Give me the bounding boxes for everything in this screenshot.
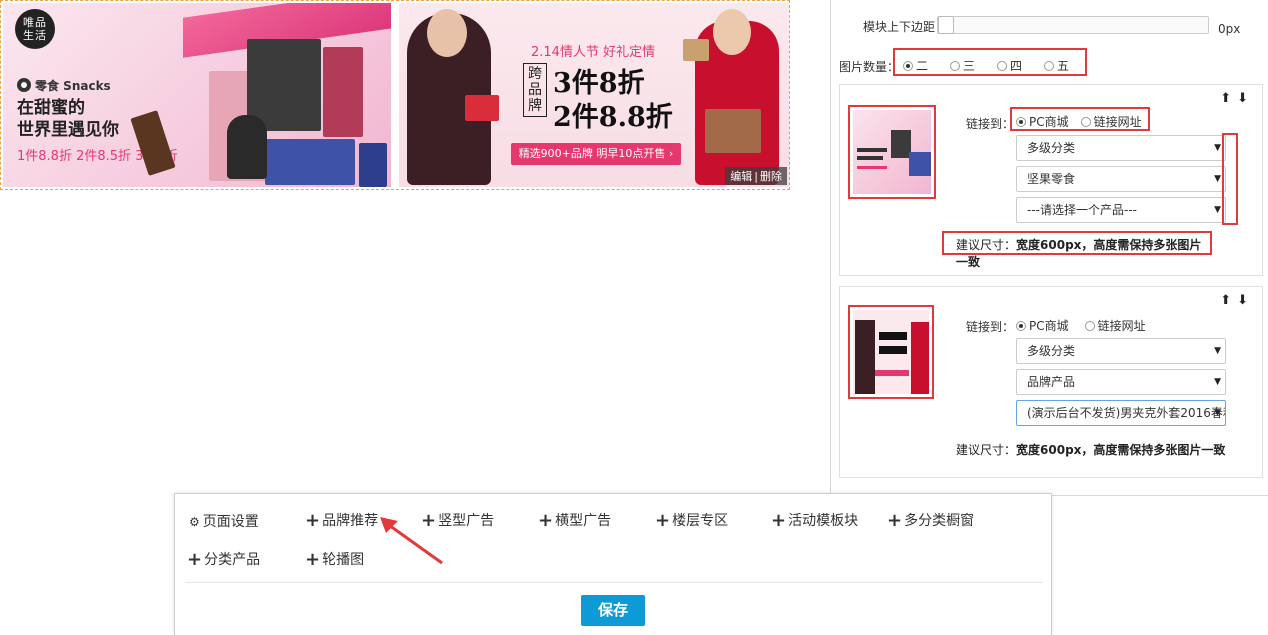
slider-thumb[interactable]	[938, 16, 954, 34]
radio-icon	[997, 61, 1008, 71]
link-option-pc-mall[interactable]: PC商城	[1016, 113, 1069, 130]
module-toolbar: ⚙ 页面设置 + 品牌推荐 + 竖型广告 + 横型广告 + 楼层专区 + 活动模板块 + 多分…	[174, 493, 1052, 635]
add-multi-category-window-button[interactable]: + 多分类橱窗	[887, 510, 974, 531]
man-face	[427, 9, 467, 57]
product-box-image	[265, 139, 355, 185]
count-option-4[interactable]: 四	[997, 57, 1022, 74]
figurine-image	[227, 115, 267, 179]
gear-icon: ⚙	[189, 515, 200, 529]
delete-link[interactable]: 删除	[760, 170, 782, 183]
save-button[interactable]: 保存	[581, 595, 645, 626]
radio-icon	[1044, 61, 1055, 71]
plus-icon: +	[655, 510, 671, 531]
chevron-down-icon: ▼	[1214, 346, 1221, 356]
radio-icon	[1080, 117, 1091, 127]
page-settings-button[interactable]: ⚙ 页面设置	[189, 511, 259, 531]
banner-edit-bar: 编辑 | 删除	[725, 167, 787, 185]
chevron-down-icon: ▼	[1214, 377, 1221, 387]
product-select[interactable]: (演示后台不发货)男夹克外套2016春秋 ▼	[1016, 400, 1226, 426]
margin-value: 0px	[1218, 22, 1241, 36]
image-thumbnail[interactable]	[848, 105, 936, 199]
plus-icon: +	[187, 549, 203, 570]
toolbar-divider	[185, 582, 1043, 583]
gift-box-image	[465, 95, 499, 121]
count-option-3[interactable]: 三	[950, 57, 975, 74]
link-type-options: PC商城 链接网址	[1010, 317, 1146, 334]
add-carousel-button[interactable]: + 轮播图	[305, 549, 364, 570]
category-select[interactable]: 多级分类 ▼	[1016, 135, 1226, 161]
move-up-icon[interactable]: ⬆	[1220, 91, 1237, 106]
plus-icon: +	[771, 510, 787, 531]
location-pin-icon	[17, 78, 31, 92]
link-label: 链接到：	[966, 117, 1015, 131]
link-option-pc-mall[interactable]: PC商城	[1016, 317, 1069, 334]
chevron-down-icon: ▼	[1214, 205, 1221, 215]
plus-icon: +	[305, 549, 321, 570]
radio-icon	[1016, 117, 1026, 127]
link-option-url[interactable]: 链接网址	[1080, 113, 1142, 130]
margin-slider[interactable]	[937, 16, 1209, 34]
reorder-arrows: ⬆⬇	[1220, 293, 1254, 308]
radio-icon	[1084, 321, 1095, 331]
move-up-icon[interactable]: ⬆	[1220, 293, 1237, 308]
margin-label: 模块上下边距：	[863, 20, 948, 34]
image-config-card-2: ⬆⬇ 链接到： PC商城 链接网址 多级分类 ▼ 品牌产品 ▼ (演示后台不发货)男夹…	[839, 286, 1263, 478]
product-select[interactable]: ---请选择一个产品--- ▼	[1016, 197, 1226, 223]
link-option-url[interactable]: 链接网址	[1084, 317, 1146, 334]
image-thumbnail[interactable]	[848, 305, 934, 399]
page-root: 唯品 生活 零食 Snacks 在甜蜜的 世界里遇见你 1件8.8折 2件8.5折 …	[0, 0, 1268, 635]
move-down-icon[interactable]: ⬇	[1237, 293, 1254, 308]
plus-icon: +	[887, 510, 903, 531]
edit-link[interactable]: 编辑	[730, 170, 752, 183]
image-config-card-1: ⬆⬇ 链接到： PC商城 链接网址 多级分类 ▼ 坚果零食 ▼ ---请选择一个产品-…	[839, 84, 1263, 276]
category-select[interactable]: 多级分类 ▼	[1016, 338, 1226, 364]
count-option-2[interactable]: 二	[903, 57, 928, 74]
subcategory-select[interactable]: 坚果零食 ▼	[1016, 166, 1226, 192]
banner-preview[interactable]: 唯品 生活 零食 Snacks 在甜蜜的 世界里遇见你 1件8.8折 2件8.5折 …	[0, 0, 790, 190]
add-brand-recommend-button[interactable]: + 品牌推荐	[305, 510, 378, 531]
snacks-headline: 在甜蜜的 世界里遇见你	[17, 98, 119, 140]
add-horizontal-ad-button[interactable]: + 横型广告	[538, 510, 611, 531]
valentine-bar: 精选900+品牌 明早10点开售 ›	[511, 143, 681, 165]
woman-face	[713, 9, 751, 55]
image-count-label: 图片数量：	[839, 60, 900, 74]
radio-icon	[1016, 321, 1026, 331]
count-option-5[interactable]: 五	[1044, 57, 1069, 74]
image-count-options: 二三四五	[893, 48, 1087, 76]
radio-icon	[950, 61, 961, 71]
chevron-down-icon: ▼	[1214, 143, 1221, 153]
reorder-arrows: ⬆⬇	[1220, 91, 1254, 106]
cross-brand-label: 跨品牌	[523, 63, 547, 117]
add-floor-zone-button[interactable]: + 楼层专区	[655, 510, 728, 531]
plus-icon: +	[305, 510, 321, 531]
size-hint: 建议尺寸：宽度600px，高度需保持多张图片一致	[956, 443, 1226, 457]
chocolate-bar-image	[130, 110, 176, 176]
move-down-icon[interactable]: ⬇	[1237, 91, 1254, 106]
add-activity-template-button[interactable]: + 活动模板块	[771, 510, 858, 531]
brand-seal-logo: 唯品 生活	[15, 9, 55, 49]
annotation-arrow-icon	[380, 517, 443, 565]
link-label: 链接到：	[966, 320, 1015, 334]
plus-icon: +	[538, 510, 554, 531]
product-box-image	[323, 47, 363, 137]
chevron-down-icon: ▼	[1214, 174, 1221, 184]
highlight-box	[1222, 133, 1238, 225]
link-type-options: PC商城 链接网址	[1010, 107, 1150, 131]
snacks-tag: 零食 Snacks	[17, 77, 111, 94]
valentine-offer: 跨品牌 3件8折 2件8.8折	[523, 61, 673, 135]
chevron-down-icon: ▼	[1214, 408, 1221, 418]
product-box-image	[359, 143, 387, 187]
gift-box-image	[683, 39, 709, 61]
size-hint: 建议尺寸：宽度600px，高度需保持多张图片一致	[942, 231, 1212, 269]
valentine-title: 2.14情人节 好礼定情	[531, 45, 656, 60]
radio-icon	[903, 61, 913, 71]
add-category-products-button[interactable]: + 分类产品	[187, 549, 260, 570]
gift-box-image	[705, 109, 761, 153]
subcategory-select[interactable]: 品牌产品 ▼	[1016, 369, 1226, 395]
settings-panel: 模块上下边距： 0px 图片数量： 二三四五 ⬆⬇ 链接到： PC商城链接网址	[830, 0, 1268, 496]
banner-image-valentine[interactable]: 2.14情人节 好礼定情 跨品牌 3件8折 2件8.8折 精选900+品牌 明早…	[399, 3, 789, 187]
banner-image-snacks[interactable]: 唯品 生活 零食 Snacks 在甜蜜的 世界里遇见你 1件8.8折 2件8.5折 …	[3, 3, 391, 187]
